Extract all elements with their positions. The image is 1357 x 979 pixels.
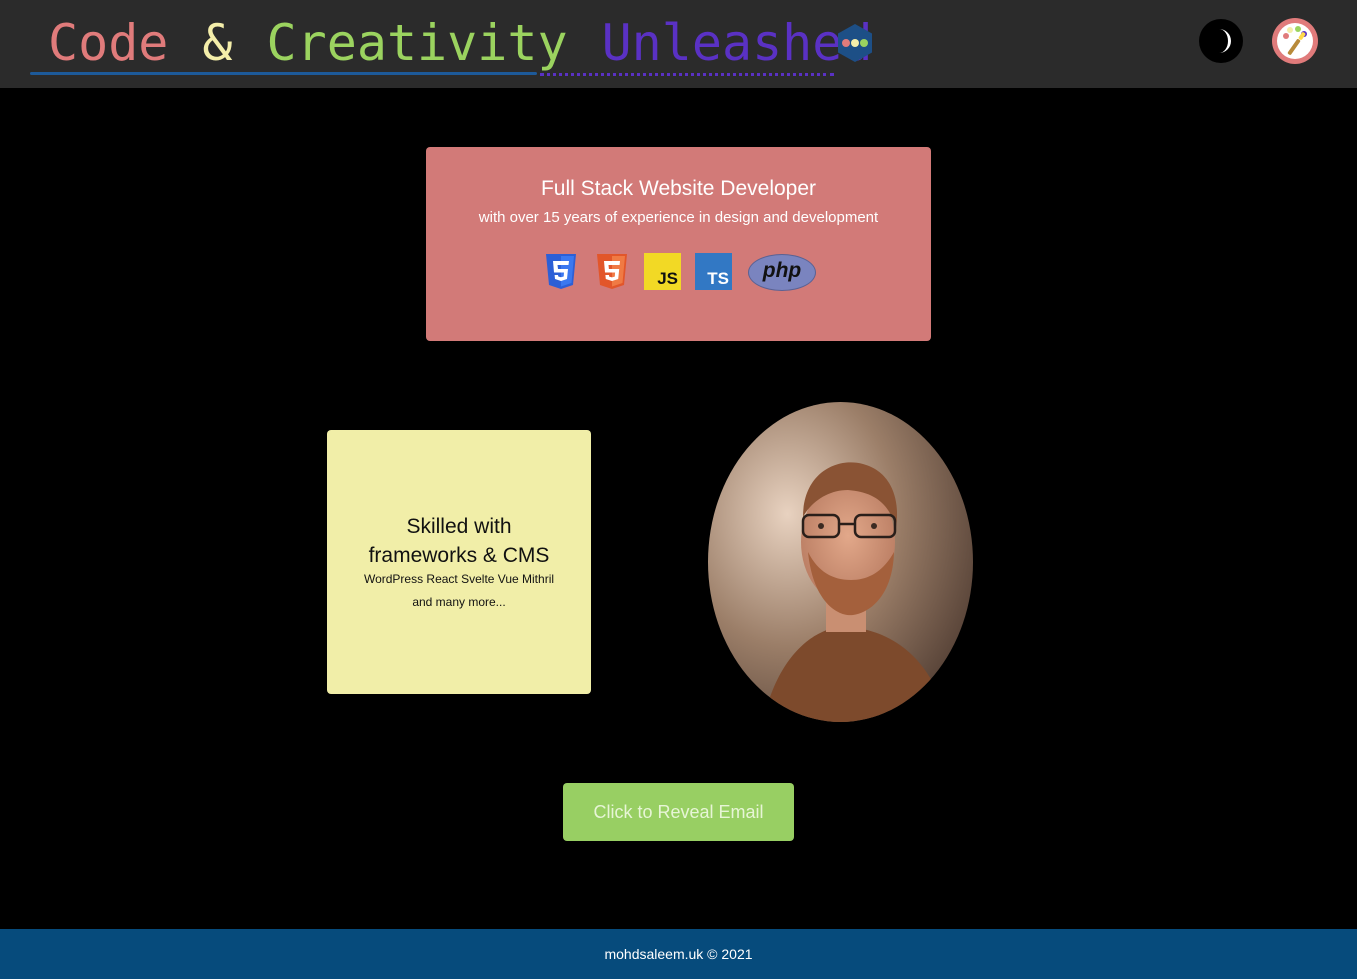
html5-icon bbox=[597, 254, 627, 289]
skills-card: Skilled with frameworks & CMS WordPress … bbox=[327, 430, 591, 694]
color-palette-button[interactable] bbox=[1272, 18, 1318, 64]
site-header: Code & Creativity Unleashed bbox=[0, 0, 1357, 88]
title-word-ampersand: & bbox=[202, 14, 233, 72]
intro-title: Full Stack Website Developer bbox=[540, 177, 817, 200]
profile-photo-image bbox=[708, 402, 973, 722]
title-word-unleashed: Unleashed bbox=[601, 14, 873, 72]
theme-toggle-button[interactable] bbox=[1199, 19, 1243, 63]
javascript-icon-label: JS bbox=[657, 269, 678, 288]
reveal-email-button[interactable]: Click to Reveal Email bbox=[563, 783, 794, 841]
intro-card: Full Stack Website Developer with over 1… bbox=[426, 147, 931, 341]
skills-title-line2: frameworks & CMS bbox=[368, 544, 550, 567]
site-title[interactable]: Code & Creativity Unleashed bbox=[48, 10, 873, 76]
paint-palette-icon bbox=[1277, 23, 1313, 59]
skills-more-text: and many more... bbox=[412, 595, 506, 609]
skills-framework-list: WordPress React Svelte Vue Mithril bbox=[363, 572, 555, 586]
title-word-creativity: Creativity bbox=[266, 14, 568, 72]
skills-title-line1: Skilled with bbox=[406, 515, 512, 538]
typescript-icon-label: TS bbox=[707, 269, 729, 288]
css3-icon bbox=[546, 254, 576, 289]
intro-subtitle: with over 15 years of experience in desi… bbox=[478, 209, 879, 226]
javascript-icon: JS bbox=[644, 253, 681, 290]
title-underline-solid bbox=[30, 72, 537, 75]
profile-photo bbox=[708, 402, 973, 722]
site-footer: mohdsaleem.uk © 2021 bbox=[0, 929, 1357, 979]
title-underline-dotted bbox=[540, 73, 834, 76]
footer-copyright: mohdsaleem.uk © 2021 bbox=[604, 946, 753, 962]
skills-title: Skilled with frameworks & CMS bbox=[327, 512, 591, 570]
title-word-code: Code bbox=[48, 14, 169, 72]
moon-icon bbox=[1219, 29, 1231, 53]
typescript-icon: TS bbox=[695, 253, 732, 290]
php-icon: php bbox=[748, 254, 816, 291]
php-icon-label: php bbox=[762, 259, 802, 282]
hexagon-dots-logo-icon bbox=[838, 24, 872, 62]
